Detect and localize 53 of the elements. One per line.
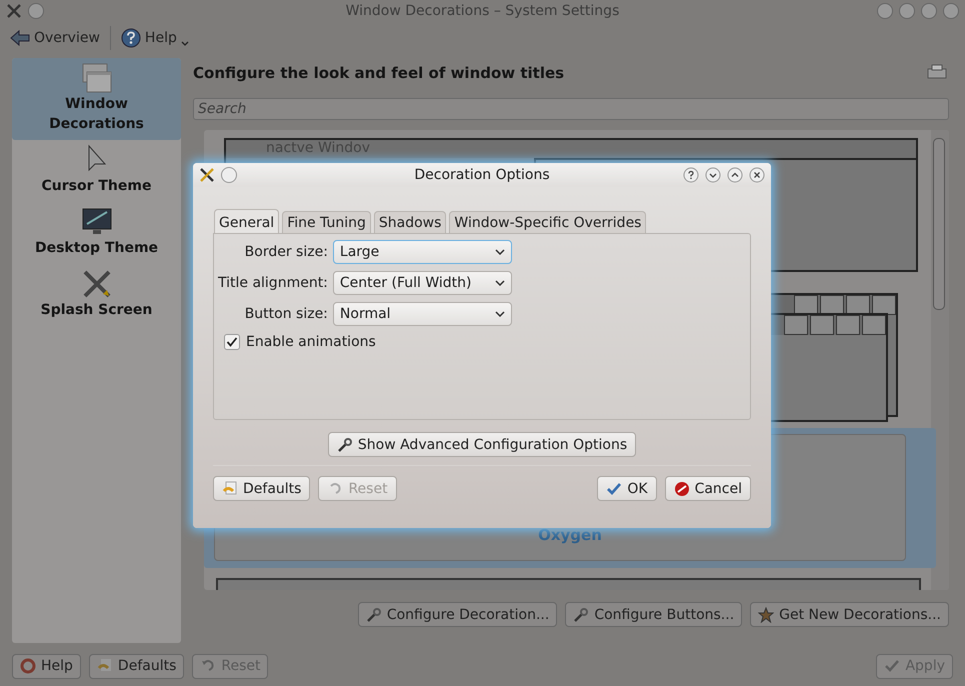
tab[interactable]: General: [214, 209, 280, 233]
footer-button[interactable]: Defaults: [88, 654, 184, 678]
checkbox[interactable]: [224, 334, 240, 350]
dialog-title: Decoration Options: [413, 167, 551, 183]
minimize-button[interactable]: [705, 167, 721, 183]
footer-button[interactable]: Help: [12, 654, 81, 678]
caret-icon: [494, 249, 505, 255]
maximize-button[interactable]: [727, 167, 743, 183]
field-label: Border size:: [244, 244, 328, 260]
search-field[interactable]: Search: [193, 98, 949, 120]
tab[interactable]: Window-Specific Overrides: [449, 211, 646, 233]
sidebar-item[interactable]: Cursor Theme: [12, 140, 181, 202]
pin-button[interactable]: [28, 3, 44, 19]
caret-icon: [494, 311, 505, 317]
field-label: Title alignment:: [218, 275, 328, 291]
dropdown[interactable]: Center (Full Width): [332, 271, 512, 295]
scrollbar[interactable]: [931, 130, 949, 590]
ok-button[interactable]: OK: [597, 476, 657, 501]
star-icon: [758, 606, 774, 622]
caret-icon: [494, 280, 505, 286]
defaults-button[interactable]: Defaults: [213, 476, 310, 501]
lifebuoy-icon: [20, 658, 36, 674]
sidebar-item[interactable]: Window Decorations: [12, 58, 181, 140]
configure-button[interactable]: Get New Decorations...: [750, 602, 949, 627]
tab[interactable]: Fine Tuning: [282, 211, 371, 233]
cancel-button[interactable]: Cancel: [664, 476, 751, 501]
defaults-icon: [96, 658, 113, 674]
help-icon: [120, 28, 141, 48]
caret-icon: [180, 41, 189, 46]
advanced-options-button[interactable]: Show Advanced Configuration Options: [328, 432, 636, 457]
sidebar-item[interactable]: Desktop Theme: [12, 202, 181, 264]
close-button[interactable]: [749, 167, 765, 183]
field-label: Button size:: [244, 306, 328, 322]
page-heading: Configure the look and feel of window titles: [193, 64, 564, 82]
checkbox-label: Enable animations: [246, 334, 376, 350]
sidebar-item[interactable]: Splash Screen: [12, 264, 181, 326]
tab[interactable]: Shadows: [374, 211, 446, 233]
pin-button[interactable]: [221, 167, 237, 183]
help-button[interactable]: Help: [118, 26, 191, 50]
configure-button[interactable]: Configure Buttons...: [565, 602, 742, 627]
defaults-icon: [222, 480, 238, 496]
help-button[interactable]: [683, 167, 699, 183]
checkmark-icon: [606, 480, 622, 496]
back-arrow-icon: [10, 29, 30, 47]
overview-button[interactable]: Overview: [8, 27, 102, 49]
cancel-icon: [674, 480, 690, 496]
dropdown[interactable]: Large: [332, 240, 512, 264]
configure-button[interactable]: Configure Decoration...: [358, 602, 558, 627]
theme-name: Oxygen: [537, 526, 603, 544]
windows-icon: [80, 62, 112, 94]
dropdown[interactable]: Normal: [332, 302, 512, 326]
window-title: Window Decorations – System Settings: [344, 3, 620, 19]
checkmark-icon: [884, 658, 900, 674]
